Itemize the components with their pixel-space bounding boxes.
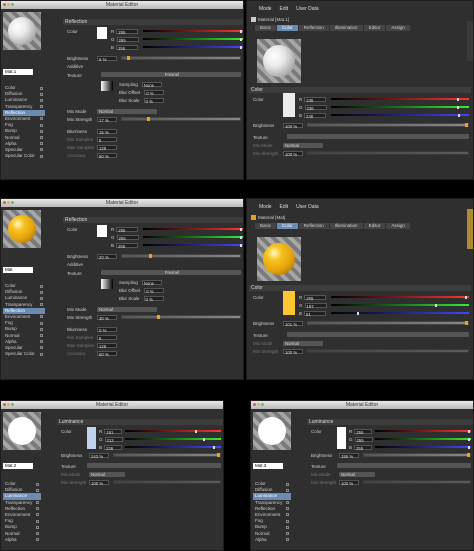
- material-preview[interactable]: [3, 12, 41, 50]
- tab-basic[interactable]: Basic: [255, 25, 277, 31]
- menu-user-data[interactable]: User Data: [296, 6, 319, 12]
- attribute-manager-1: Mode Edit User Data Material [Mat.1] Basic…: [246, 0, 474, 180]
- preview-sphere: [8, 17, 36, 45]
- material-editor-2: Material Editor Mat Color Diffusion Lumi…: [0, 198, 244, 380]
- channel-item[interactable]: Specular Color: [3, 153, 45, 159]
- color-swatch[interactable]: [283, 93, 295, 117]
- green-slider[interactable]: [143, 37, 243, 41]
- color-swatch[interactable]: [97, 27, 107, 39]
- red-slider[interactable]: [143, 29, 243, 33]
- tab-assign[interactable]: Assign: [386, 25, 410, 31]
- material-preview[interactable]: [257, 39, 301, 83]
- title-bar: Material Editor: [1, 1, 243, 9]
- menu-edit[interactable]: Edit: [280, 6, 289, 12]
- tab-editor[interactable]: Editor: [363, 25, 386, 31]
- tab-reflection[interactable]: Reflection: [298, 25, 329, 31]
- texture-dropdown[interactable]: Fresnel: [101, 72, 241, 77]
- texture-preview: [101, 81, 113, 91]
- mix-strength-slider[interactable]: [121, 117, 241, 121]
- material-editor-1: Material Editor Mat.1 Color Diffusion Lu…: [0, 0, 244, 180]
- tab-color[interactable]: Color: [277, 25, 298, 31]
- material-editor-4: Material Editor Mat.3 Color Diffusion Lu…: [250, 400, 474, 551]
- brightness-slider[interactable]: [121, 56, 241, 60]
- tab-illumination[interactable]: Illumination: [329, 25, 363, 31]
- attribute-manager-2: Mode Edit User Data Material [Mat] Basic Co…: [246, 198, 474, 380]
- channel-list: Color Diffusion Luminance Transparency R…: [3, 85, 45, 159]
- menu-mode[interactable]: Mode: [259, 6, 272, 12]
- section-header: Reflection: [63, 19, 243, 25]
- material-name-field[interactable]: Mat.1: [3, 69, 33, 75]
- blue-slider[interactable]: [143, 45, 243, 49]
- material-preview[interactable]: [3, 210, 41, 248]
- material-editor-3: Material Editor Mat.2 Color Diffusion Lu…: [0, 400, 224, 551]
